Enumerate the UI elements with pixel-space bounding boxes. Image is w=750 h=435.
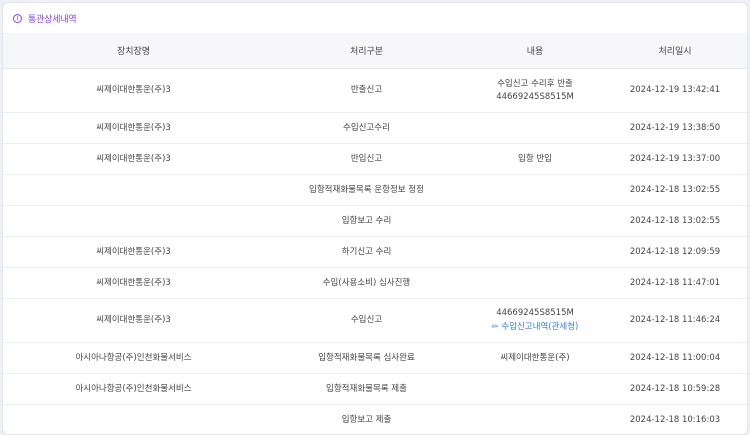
table-row: 씨제이대한통운(주)3 수입신고수리 2024-12-19 13:38:50 <box>3 112 747 144</box>
pencil-icon: ✏ <box>491 322 499 331</box>
datetime-cell: 2024-12-18 11:47:01 <box>601 267 747 299</box>
table-row: 씨제이대한통운(주)3 수입(사용소비) 심사진행 2024-12-18 11:… <box>3 267 747 299</box>
type-cell: 입항보고 수리 <box>264 205 469 237</box>
content-cell: 씨제이대한통운(주) <box>469 342 601 374</box>
datetime-cell: 2024-12-19 13:42:41 <box>601 68 747 113</box>
table-header-row: 장치장명 처리구분 내용 처리일시 <box>3 33 747 69</box>
content-cell: 수입신고 수리후 반출 44669245S8515M <box>469 68 601 113</box>
storage-cell: 씨제이대한통운(주)3 <box>3 298 264 343</box>
datetime-cell: 2024-12-18 11:00:04 <box>601 342 747 374</box>
datetime-cell: 2024-12-19 13:38:50 <box>601 112 747 144</box>
column-header-type: 처리구분 <box>264 33 469 69</box>
storage-cell: 씨제이대한통운(주)3 <box>3 143 264 175</box>
storage-cell: 씨제이대한통운(주)3 <box>3 236 264 268</box>
table-row: 입항보고 수리 2024-12-18 13:02:55 <box>3 205 747 237</box>
column-header-content: 내용 <box>469 33 601 69</box>
datetime-cell: 2024-12-18 10:59:28 <box>601 373 747 405</box>
customs-history-table: 장치장명 처리구분 내용 처리일시 씨제이대한통운(주)3 반출신고 수입신고 … <box>3 33 747 434</box>
storage-cell <box>3 205 264 237</box>
type-cell: 수입신고 <box>264 298 469 343</box>
table-row: 입항보고 제출 2024-12-18 10:16:03 <box>3 404 747 434</box>
storage-cell <box>3 404 264 434</box>
type-cell: 반출신고 <box>264 68 469 113</box>
storage-cell: 씨제이대한통운(주)3 <box>3 112 264 144</box>
table-row: 씨제이대한통운(주)3 하기신고 수리 2024-12-18 12:09:59 <box>3 236 747 268</box>
storage-cell: 씨제이대한통운(주)3 <box>3 68 264 113</box>
content-cell <box>469 205 601 237</box>
customs-detail-panel: i 통관상세내역 장치장명 처리구분 내용 처리일시 씨제이대한통운(주)3 반… <box>2 2 748 435</box>
content-line: 44669245S8515M <box>496 91 574 102</box>
column-header-storage: 장치장명 <box>3 33 264 69</box>
table-row: 씨제이대한통운(주)3 반입신고 입항 반입 2024-12-19 13:37:… <box>3 143 747 175</box>
table-row: 씨제이대한통운(주)3 반출신고 수입신고 수리후 반출 44669245S85… <box>3 68 747 113</box>
type-cell: 수입(사용소비) 심사진행 <box>264 267 469 299</box>
customs-declaration-link-label: 수입신고내역(관세청) <box>501 322 579 332</box>
content-cell <box>469 373 601 405</box>
storage-cell: 아시아나항공(주)인천화물서비스 <box>3 342 264 374</box>
column-header-datetime: 처리일시 <box>601 33 747 69</box>
content-cell <box>469 236 601 268</box>
type-cell: 입항적재화물목록 제출 <box>264 373 469 405</box>
type-cell: 입항적재화물목록 운항정보 정정 <box>264 174 469 206</box>
table-row: 입항적재화물목록 운항정보 정정 2024-12-18 13:02:55 <box>3 174 747 206</box>
content-line: 수입신고 수리후 반출 <box>497 78 573 89</box>
content-cell: 44669245S8515M ✏ 수입신고내역(관세청) <box>469 298 601 343</box>
content-cell <box>469 174 601 206</box>
info-icon: i <box>13 13 22 23</box>
type-cell: 반입신고 <box>264 143 469 175</box>
content-cell <box>469 112 601 144</box>
datetime-cell: 2024-12-18 13:02:55 <box>601 174 747 206</box>
datetime-cell: 2024-12-18 13:02:55 <box>601 205 747 237</box>
content-cell <box>469 404 601 434</box>
storage-cell: 아시아나항공(주)인천화물서비스 <box>3 373 264 405</box>
type-cell: 입항보고 제출 <box>264 404 469 434</box>
datetime-cell: 2024-12-19 13:37:00 <box>601 143 747 175</box>
customs-declaration-link[interactable]: ✏ 수입신고내역(관세청) <box>473 320 597 334</box>
content-line: 44669245S8515M <box>496 308 574 318</box>
section-title: 통관상세내역 <box>28 14 77 25</box>
datetime-cell: 2024-12-18 10:16:03 <box>601 404 747 434</box>
table-row: 씨제이대한통운(주)3 수입신고 44669245S8515M ✏ 수입신고내역(… <box>3 298 747 343</box>
table-row: 아시아나항공(주)인천화물서비스 입항적재화물목록 제출 2024-12-18 … <box>3 373 747 405</box>
content-cell <box>469 267 601 299</box>
datetime-cell: 2024-12-18 11:46:24 <box>601 298 747 343</box>
type-cell: 하기신고 수리 <box>264 236 469 268</box>
datetime-cell: 2024-12-18 12:09:59 <box>601 236 747 268</box>
type-cell: 입항적재화물목록 심사완료 <box>264 342 469 374</box>
table-row: 아시아나항공(주)인천화물서비스 입항적재화물목록 심사완료 씨제이대한통운(주… <box>3 342 747 374</box>
content-cell: 입항 반입 <box>469 143 601 175</box>
section-header: i 통관상세내역 <box>3 3 747 33</box>
storage-cell: 씨제이대한통운(주)3 <box>3 267 264 299</box>
type-cell: 수입신고수리 <box>264 112 469 144</box>
storage-cell <box>3 174 264 206</box>
